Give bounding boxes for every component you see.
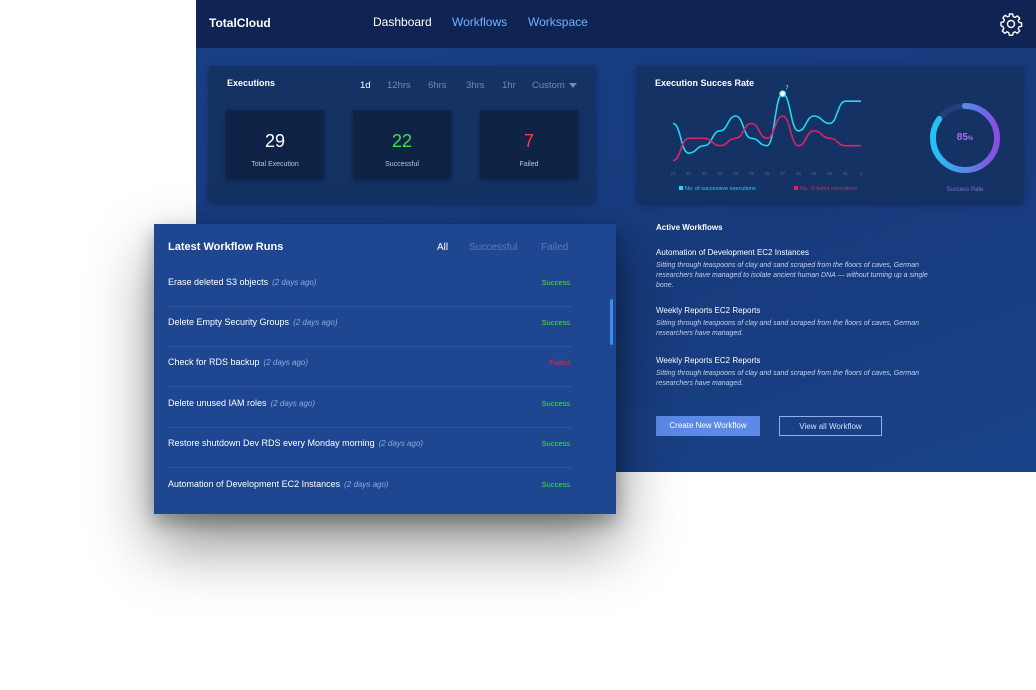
range-custom-label: Custom [532, 80, 565, 91]
run-row[interactable]: Check for RDS backup (2 days ago) Failed [168, 346, 571, 387]
create-new-workflow-button[interactable]: Create New Workflow [656, 416, 760, 436]
ring-value: 85% [923, 132, 1007, 143]
legend-failed-label: No. of failed executions [800, 186, 858, 192]
status-badge: Failed [549, 358, 570, 367]
run-row[interactable]: Automation of Development EC2 Instances(… [168, 468, 571, 508]
x-tick-label: 30 [827, 171, 833, 176]
run-name-text: Delete unused IAM roles [168, 398, 267, 408]
run-name: Delete unused IAM roles (2 days ago) [168, 398, 315, 408]
ring-value-unit: % [967, 136, 974, 142]
run-name: Check for RDS backup (2 days ago) [168, 357, 308, 367]
range-1d[interactable]: 1d [360, 80, 371, 91]
stat-failed-value: 7 [523, 131, 534, 151]
status-badge: Success [541, 399, 570, 408]
runs-title: Latest Workflow Runs [168, 241, 284, 253]
run-name-text: Erase deleted S3 objects [168, 277, 269, 287]
x-tick-label: 23 [717, 171, 723, 176]
x-tick-label: 31 [843, 171, 849, 176]
run-ago: (2 days ago) [344, 480, 389, 489]
active-workflow-desc: Sitting through teaspoons of clay and sa… [656, 370, 920, 387]
legend-successive: No. of successive executions [679, 186, 756, 192]
run-name-text: Delete Empty Security Groups [168, 317, 290, 327]
ring-label: Success Rate [946, 187, 984, 193]
run-name: Automation of Development EC2 Instances(… [168, 479, 389, 489]
view-all-workflow-button[interactable]: View all Workflow [779, 416, 882, 436]
run-name-text: Automation of Development EC2 Instances [168, 479, 341, 489]
success-rate-panel: Execution Succes Rate 7 21 21 22 23 24 25 26 27 2… [637, 66, 1023, 202]
stat-total-value: 29 [264, 131, 286, 151]
ring-value-number: 85 [956, 132, 968, 143]
nav-workspace[interactable]: Workspace [528, 15, 588, 29]
x-tick-label: 26 [764, 171, 770, 176]
stat-total-execution: 29 Total Execution [226, 110, 324, 178]
range-1hr[interactable]: 1hr [502, 80, 516, 91]
range-3hrs[interactable]: 3hrs [466, 80, 484, 91]
run-row[interactable]: Delete unused IAM roles (2 days ago) Succ… [168, 387, 571, 428]
run-name-text: Restore shutdown Dev RDS every Monday mo… [168, 438, 375, 448]
executions-title: Executions [227, 78, 276, 88]
active-workflow-title[interactable]: Weekly Reports EC2 Reports [656, 306, 760, 315]
executions-panel: Executions 1d 12hrs 6hrs 3hrs 1hr Custom… [209, 66, 595, 202]
x-tick-label: 21 [670, 171, 676, 176]
x-tick-label: 24 [733, 171, 739, 176]
run-ago: (2 days ago) [378, 439, 424, 448]
run-ago: (2 days ago) [263, 358, 309, 367]
stat-failed-label: Failed [519, 161, 539, 168]
run-row[interactable]: Erase deleted S3 objects (2 days ago) Suc… [168, 266, 571, 307]
x-tick-label: 29 [811, 171, 817, 176]
nav-workflows[interactable]: Workflows [452, 15, 507, 29]
active-workflow-title[interactable]: Weekly Reports EC2 Reports [656, 356, 760, 365]
active-workflow-title[interactable]: Automation of Development EC2 Instances [656, 248, 809, 257]
legend-successive-label: No. of successive executions [685, 186, 756, 192]
filter-successful[interactable]: Successful [469, 242, 517, 253]
run-name: Erase deleted S3 objects (2 days ago) [168, 277, 317, 287]
x-tick-label: 28 [796, 171, 802, 176]
runs-scrollbar[interactable] [610, 299, 613, 345]
stat-successful: 22 Successful [353, 110, 451, 178]
x-tick-label: 21 [686, 171, 692, 176]
successive-series-line [672, 92, 861, 154]
filter-all[interactable]: All [437, 242, 448, 253]
stat-failed: 7 Failed [480, 110, 578, 178]
legend-swatch-failed [794, 186, 798, 190]
range-12hrs[interactable]: 12hrs [387, 80, 411, 91]
status-badge: Success [541, 318, 570, 327]
status-badge: Success [541, 480, 570, 489]
range-custom-dropdown[interactable]: Custom [532, 80, 578, 91]
legend-failed: No. of failed executions [794, 186, 857, 192]
gear-icon[interactable] [999, 12, 1023, 36]
x-tick-label: 22 [702, 171, 708, 176]
status-badge: Success [541, 439, 570, 448]
run-ago: (2 days ago) [272, 278, 317, 287]
run-row[interactable]: Delete Empty Security Groups (2 days ago)… [168, 306, 571, 347]
stat-total-label: Total Execution [251, 161, 299, 168]
status-badge: Success [541, 278, 570, 287]
range-6hrs[interactable]: 6hrs [428, 80, 446, 91]
run-name-text: Check for RDS backup [168, 357, 260, 367]
run-ago: (2 days ago) [293, 318, 338, 327]
legend-swatch-successive [679, 186, 683, 190]
latest-workflow-runs-card: Latest Workflow Runs All Successful Fail… [154, 224, 616, 514]
chart-highlight-label: 7 [786, 86, 789, 92]
x-tick-label: 27 [780, 171, 786, 176]
run-name: Delete Empty Security Groups (2 days ago) [168, 317, 338, 327]
active-workflow-desc: Sitting through teaspoons of clay and sa… [656, 262, 928, 289]
x-tick-label: 25 [749, 171, 755, 176]
nav-dashboard[interactable]: Dashboard [373, 15, 432, 29]
filter-failed[interactable]: Failed [541, 242, 568, 253]
run-ago: (2 days ago) [270, 399, 316, 408]
active-workflow-desc: Sitting through teaspoons of clay and sa… [656, 320, 920, 337]
stat-successful-value: 22 [391, 131, 413, 151]
stat-successful-label: Successful [385, 161, 419, 168]
chevron-down-icon [569, 82, 578, 88]
active-workflows-title: Active Workflows [656, 223, 723, 232]
brand-logo[interactable]: TotalCloud [209, 16, 271, 30]
run-name: Restore shutdown Dev RDS every Monday mo… [168, 438, 423, 448]
run-row[interactable]: Restore shutdown Dev RDS every Monday mo… [168, 427, 571, 468]
x-tick-label: 1 [860, 171, 863, 176]
top-navigation-bar: TotalCloud Dashboard Workflows Workspace [196, 0, 1036, 48]
